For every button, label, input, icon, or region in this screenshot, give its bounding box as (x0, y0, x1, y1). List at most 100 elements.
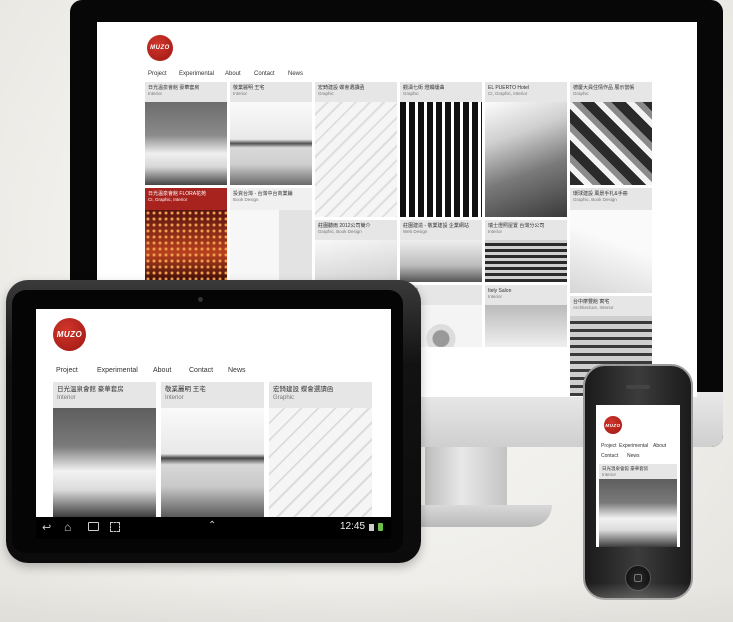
tablet-system-bar: ↩ ⌂ ⌃ 12:45 (36, 517, 391, 539)
nav-contact[interactable]: Contact (254, 71, 288, 77)
screenshot-icon[interactable] (110, 522, 120, 532)
tile-photo (145, 102, 227, 185)
tile-category: Graphic (573, 91, 589, 96)
tablet-screen: MUZO Project Experimental About Contact … (36, 309, 391, 517)
tile-photo (485, 240, 567, 282)
project-tile[interactable]: 敬業麗明 王宅 Interior (230, 82, 312, 185)
nav-news[interactable]: News (627, 453, 640, 459)
tile-photo (161, 408, 264, 517)
tile-title: 德慶大員住情作品 展示當帳 (573, 85, 635, 91)
tile-category: Web Design (403, 229, 428, 234)
tile-photo (485, 305, 567, 347)
site-nav: Project Experimental About Contact News (601, 441, 679, 461)
tile-photo (485, 102, 567, 217)
nav-experimental[interactable]: Experimental (619, 441, 653, 451)
nav-project[interactable]: Project (601, 441, 619, 451)
nav-about[interactable]: About (225, 71, 254, 77)
project-tile[interactable]: 環球建設 風景手札&手冊 Graphic, Book Design (570, 188, 652, 293)
tile-title: EL PUERTO Hotel (488, 85, 530, 91)
back-icon[interactable]: ↩ (42, 521, 51, 534)
nav-about[interactable]: About (153, 367, 189, 374)
project-tile[interactable]: 日光溫泉會館 豪華套房 Interior (145, 82, 227, 185)
tile-title: 日光溫泉會館 豪華套房 (57, 386, 124, 393)
project-tile[interactable]: 莊園聽雨 2012公司簡介 Graphic, Book Design (315, 220, 397, 282)
tile-category: Interior (488, 294, 503, 299)
tile-title: 日光溫泉會館 豪華套房 (602, 466, 649, 471)
project-tile[interactable]: 日光溫泉會館 豪華套房 Interior (599, 464, 677, 547)
nav-project[interactable]: Project (148, 71, 179, 77)
tile-category: Interior (233, 91, 248, 96)
tile-photo (269, 408, 372, 517)
tile-category: Book Design (233, 197, 259, 202)
tile-photo (570, 102, 652, 185)
tile-photo (145, 210, 227, 282)
tile-photo (315, 240, 397, 282)
tile-category: Architecture, Interior (573, 305, 614, 310)
project-tile[interactable]: 宏錡建設 蝶會選讀函 Graphic (269, 382, 372, 517)
tile-title: 觀濤七街 燈觸緩曲 (403, 85, 445, 91)
signal-icon (369, 524, 374, 531)
nav-news[interactable]: News (288, 71, 303, 77)
tile-photo (400, 102, 482, 217)
phone-screen: MUZO Project Experimental About Contact New… (596, 405, 680, 547)
tile-title: 莊園聽雨 2012公司簡介 (318, 223, 371, 229)
phone-speaker (626, 385, 650, 389)
nav-experimental[interactable]: Experimental (179, 71, 225, 77)
battery-icon (378, 523, 383, 531)
tile-photo (53, 408, 156, 517)
tile-photo (400, 240, 482, 282)
recent-apps-icon[interactable] (88, 522, 99, 531)
tile-category: Graphic, Book Design (318, 229, 362, 234)
project-tile[interactable]: EL PUERTO Hotel CI, Graphic, Interior (485, 82, 567, 217)
site-nav: Project Experimental About Contact News (148, 71, 303, 77)
tile-category: Graphic (318, 91, 334, 96)
tile-title: 瑞士燈照屋置 台灣分公司 (488, 223, 545, 229)
project-tile[interactable]: 宏錡建設 蝶會選讀函 Graphic (315, 82, 397, 217)
nav-experimental[interactable]: Experimental (97, 367, 153, 374)
clock: 12:45 (340, 521, 366, 532)
tile-title: 宏錡建設 蝶會選讀函 (273, 386, 334, 393)
home-icon[interactable]: ⌂ (64, 520, 71, 534)
tile-category: CI, Graphic, Interior (488, 91, 528, 96)
tile-photo (315, 102, 397, 217)
project-tile-highlighted[interactable]: 日光溫泉會館 FLORA花苑 CI, Graphic, Interior (145, 188, 227, 282)
nav-project[interactable]: Project (56, 367, 97, 374)
tile-category: Interior (165, 395, 184, 401)
site-nav: Project Experimental About Contact News (56, 367, 246, 374)
chevron-up-icon[interactable]: ⌃ (208, 520, 216, 531)
tile-title: 投資台灣 - 台灣中台商業鋪 (233, 191, 293, 197)
tile-category: Graphic (403, 91, 419, 96)
nav-about[interactable]: About (653, 443, 666, 449)
tile-title: 日光溫泉會館 FLORA花苑 (148, 191, 207, 197)
tablet-camera (198, 297, 203, 302)
project-tile[interactable]: 德慶大員住情作品 展示當帳 Graphic (570, 82, 652, 185)
site-logo[interactable]: MUZO (53, 318, 86, 351)
nav-contact[interactable]: Contact (601, 451, 627, 461)
project-tile[interactable]: 莊園建造 - 敬業建設 企業網站 Web Design (400, 220, 482, 282)
tile-photo (230, 102, 312, 185)
tile-title: 敬業麗明 王宅 (165, 386, 206, 393)
nav-contact[interactable]: Contact (189, 367, 228, 374)
monitor-stand-neck (425, 447, 507, 509)
project-tile[interactable]: 日光溫泉會館 豪華套房 Interior (53, 382, 156, 517)
project-tile[interactable]: 觀濤七街 燈觸緩曲 Graphic (400, 82, 482, 217)
tile-title: 敬業麗明 王宅 (233, 85, 265, 91)
project-tile[interactable]: 瑞士燈照屋置 台灣分公司 Interior (485, 220, 567, 282)
site-logo[interactable]: MUZO (147, 35, 173, 61)
tile-photo (599, 479, 677, 547)
tile-title: 宏錡建設 蝶會選讀函 (318, 85, 365, 91)
tile-category: Interior (57, 395, 76, 401)
tile-title: Itely Salon (488, 288, 512, 294)
project-tile[interactable]: 敬業麗明 王宅 Interior (161, 382, 264, 517)
tile-title: 日光溫泉會館 豪華套房 (148, 85, 200, 91)
tile-photo (570, 210, 652, 293)
tile-category: Graphic (273, 395, 295, 401)
project-tile[interactable]: 投資台灣 - 台灣中台商業鋪 Book Design (230, 188, 312, 282)
project-tile[interactable]: Itely Salon Interior (485, 285, 567, 347)
nav-news[interactable]: News (228, 367, 246, 374)
tile-photo (230, 210, 312, 282)
tile-category: Interior (148, 91, 163, 96)
tile-category: Interior (488, 229, 503, 234)
site-logo[interactable]: MUZO (604, 416, 622, 434)
tile-title: 台中摩豐館 寓宅 (573, 299, 610, 305)
